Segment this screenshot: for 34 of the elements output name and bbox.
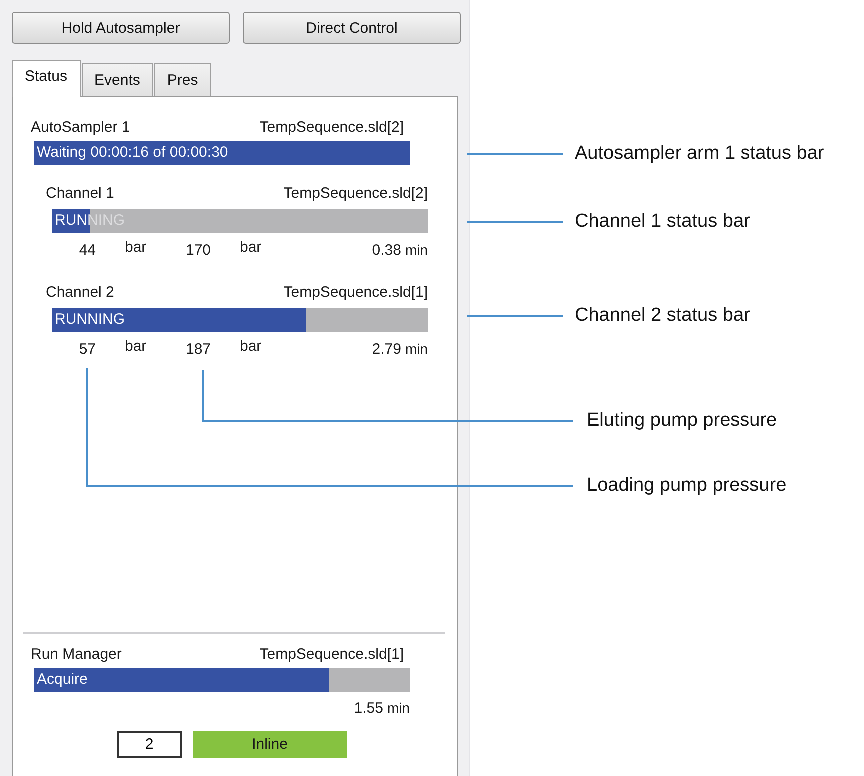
- elapsed-time: 0.38: [372, 242, 402, 259]
- device-name: Run Manager: [31, 646, 122, 664]
- device-name: AutoSampler 1: [31, 119, 130, 137]
- toolbar-button[interactable]: Direct Control: [243, 12, 461, 44]
- elapsed-time: 2.79: [372, 341, 402, 358]
- tab[interactable]: Pres: [154, 63, 212, 96]
- mode-indicator: Inline: [193, 731, 347, 758]
- unit-label: bar: [125, 239, 147, 256]
- time-unit: min: [405, 242, 428, 259]
- loading-pressure: 57: [79, 341, 96, 358]
- unit-label: bar: [240, 338, 262, 355]
- device-name: Channel 2: [46, 284, 114, 302]
- sequence-name: TempSequence.sld[1]: [260, 646, 404, 664]
- callout-label: Channel 2 status bar: [575, 305, 750, 327]
- callout-label: Channel 1 status bar: [575, 211, 750, 233]
- eluting-pressure: 187: [186, 341, 212, 358]
- callout-label: Eluting pump pressure: [587, 410, 778, 432]
- time-unit: min: [405, 341, 428, 358]
- elapsed-time: 1.55: [354, 700, 384, 717]
- eluting-pressure: 170: [186, 242, 212, 259]
- count-field: 2: [117, 731, 182, 758]
- sequence-name: TempSequence.sld[2]: [284, 185, 428, 203]
- sequence-name: TempSequence.sld[1]: [284, 284, 428, 302]
- sequence-name: TempSequence.sld[2]: [260, 119, 404, 137]
- loading-pressure: 44: [79, 242, 96, 259]
- tab[interactable]: Status: [12, 60, 81, 97]
- unit-label: bar: [240, 239, 262, 256]
- toolbar-button[interactable]: Hold Autosampler: [12, 12, 230, 44]
- time-unit: min: [387, 700, 410, 716]
- callout-label: Loading pump pressure: [587, 475, 787, 497]
- callout-label: Autosampler arm 1 status bar: [575, 143, 824, 165]
- device-name: Channel 1: [46, 185, 114, 203]
- unit-label: bar: [125, 338, 147, 355]
- tab[interactable]: Events: [82, 63, 154, 96]
